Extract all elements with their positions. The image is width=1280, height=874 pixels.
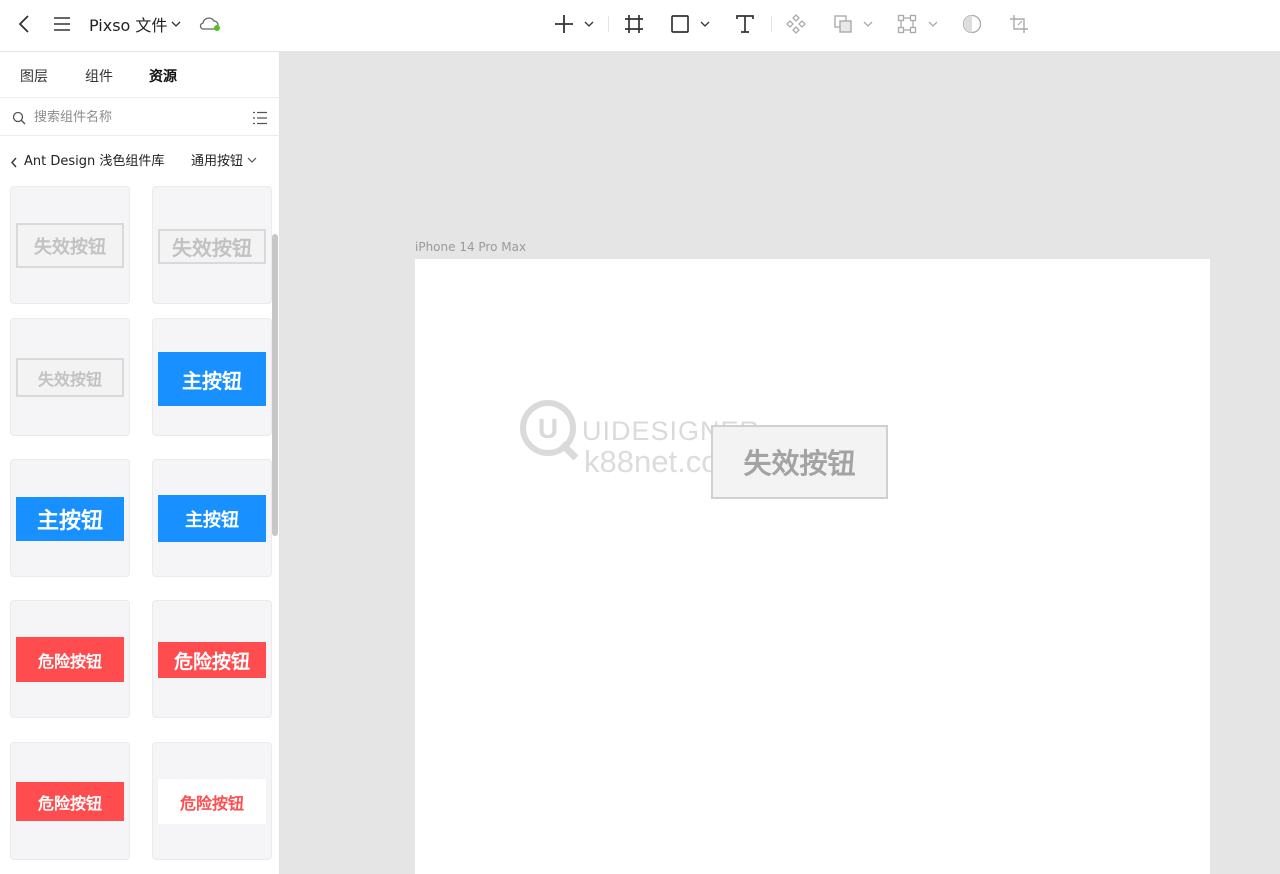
component-preview: 失效按钮: [16, 223, 124, 268]
component-preview: 主按钮: [158, 495, 266, 542]
boolean-icon: [834, 15, 852, 33]
panel-scrollbar[interactable]: [272, 234, 278, 536]
chevron-left-icon: [11, 157, 17, 168]
mask-button[interactable]: [958, 0, 986, 48]
cloud-sync-icon: [199, 17, 220, 31]
shape-dropdown[interactable]: [698, 0, 712, 48]
back-icon: [18, 15, 29, 33]
tab-assets[interactable]: 资源: [149, 66, 177, 86]
canvas-disabled-button[interactable]: 失效按钮: [711, 425, 888, 499]
crop-icon: [1010, 15, 1028, 33]
component-preview: 主按钮: [16, 497, 124, 541]
file-title: Pixso 文件: [89, 16, 168, 35]
file-title-dropdown[interactable]: Pixso 文件: [89, 12, 181, 36]
main-menu-button[interactable]: [50, 0, 74, 48]
component-preview: 主按钮: [158, 352, 266, 406]
component-card[interactable]: 危险按钮: [152, 742, 272, 860]
text-icon: [736, 15, 754, 33]
panel-tabs: 图层 组件 资源: [0, 52, 280, 98]
vector-network-icon: [897, 14, 917, 34]
component-card[interactable]: 危险按钮: [152, 600, 272, 718]
component-preview: 失效按钮: [158, 229, 266, 264]
frame-tool-button[interactable]: [620, 0, 648, 48]
chevron-down-icon: [928, 21, 938, 27]
component-card[interactable]: 失效按钮: [10, 186, 130, 304]
vector-dropdown[interactable]: [926, 0, 940, 48]
chevron-down-icon: [863, 21, 873, 27]
crop-button[interactable]: [1005, 0, 1033, 48]
component-card[interactable]: 主按钮: [10, 459, 130, 577]
left-panel: 图层 组件 资源 Ant Design 浅色组件库 通用按钮 失效按钮 失效按钮: [0, 52, 280, 874]
library-back-button[interactable]: [10, 153, 18, 172]
boolean-dropdown[interactable]: [861, 0, 875, 48]
add-icon: [555, 15, 573, 33]
boolean-button[interactable]: [829, 0, 857, 48]
chevron-down-icon: [584, 21, 594, 27]
component-preview: 危险按钮: [158, 779, 266, 824]
list-view-toggle[interactable]: [252, 110, 268, 129]
watermark-logo-letter: U: [538, 413, 558, 444]
component-card[interactable]: 危险按钮: [10, 742, 130, 860]
component-grid: 失效按钮 失效按钮 失效按钮 主按钮 主按钮 主按钮 危险按钮 危险按钮 危险按…: [0, 180, 280, 874]
category-label: 通用按钮: [191, 154, 244, 169]
library-bar: Ant Design 浅色组件库 通用按钮: [0, 136, 280, 180]
watermark-logo-icon: U: [520, 400, 579, 460]
component-preview: 危险按钮: [16, 637, 124, 682]
rectangle-tool-button[interactable]: [666, 0, 694, 48]
mask-icon: [962, 14, 982, 34]
rectangle-icon: [671, 15, 689, 33]
frame-label[interactable]: iPhone 14 Pro Max: [415, 240, 526, 254]
frame-icon: [625, 15, 643, 33]
component-card[interactable]: 主按钮: [152, 459, 272, 577]
toolbar-divider: [771, 16, 772, 32]
toolbar-divider: [608, 16, 609, 32]
list-view-icon: [253, 111, 267, 125]
top-toolbar: Pixso 文件: [0, 0, 1280, 52]
component-card[interactable]: 失效按钮: [152, 186, 272, 304]
tab-layers[interactable]: 图层: [20, 66, 48, 86]
component-search: [0, 98, 280, 136]
chevron-down-icon: [700, 21, 710, 27]
tab-components[interactable]: 组件: [85, 66, 113, 86]
component-preview: 危险按钮: [16, 782, 124, 821]
add-dropdown[interactable]: [582, 0, 596, 48]
chevron-down-icon: [171, 21, 181, 27]
component-card[interactable]: 主按钮: [152, 318, 272, 436]
canvas-frame[interactable]: [415, 259, 1210, 874]
component-icon: [786, 14, 806, 34]
search-input[interactable]: [34, 107, 234, 127]
text-tool-button[interactable]: [731, 0, 759, 48]
cloud-sync-status[interactable]: [196, 0, 224, 48]
add-button[interactable]: [550, 0, 578, 48]
component-preview: 危险按钮: [158, 642, 266, 678]
component-card[interactable]: 失效按钮: [10, 318, 130, 436]
library-name[interactable]: Ant Design 浅色组件库: [24, 150, 164, 169]
chevron-down-icon: [247, 157, 257, 163]
search-icon: [12, 110, 26, 129]
component-button[interactable]: [782, 0, 810, 48]
menu-icon: [54, 17, 70, 31]
vector-network-button[interactable]: [893, 0, 921, 48]
category-dropdown[interactable]: 通用按钮: [191, 150, 257, 169]
component-card[interactable]: 危险按钮: [10, 600, 130, 718]
back-button[interactable]: [12, 0, 36, 48]
component-preview: 失效按钮: [16, 358, 124, 397]
